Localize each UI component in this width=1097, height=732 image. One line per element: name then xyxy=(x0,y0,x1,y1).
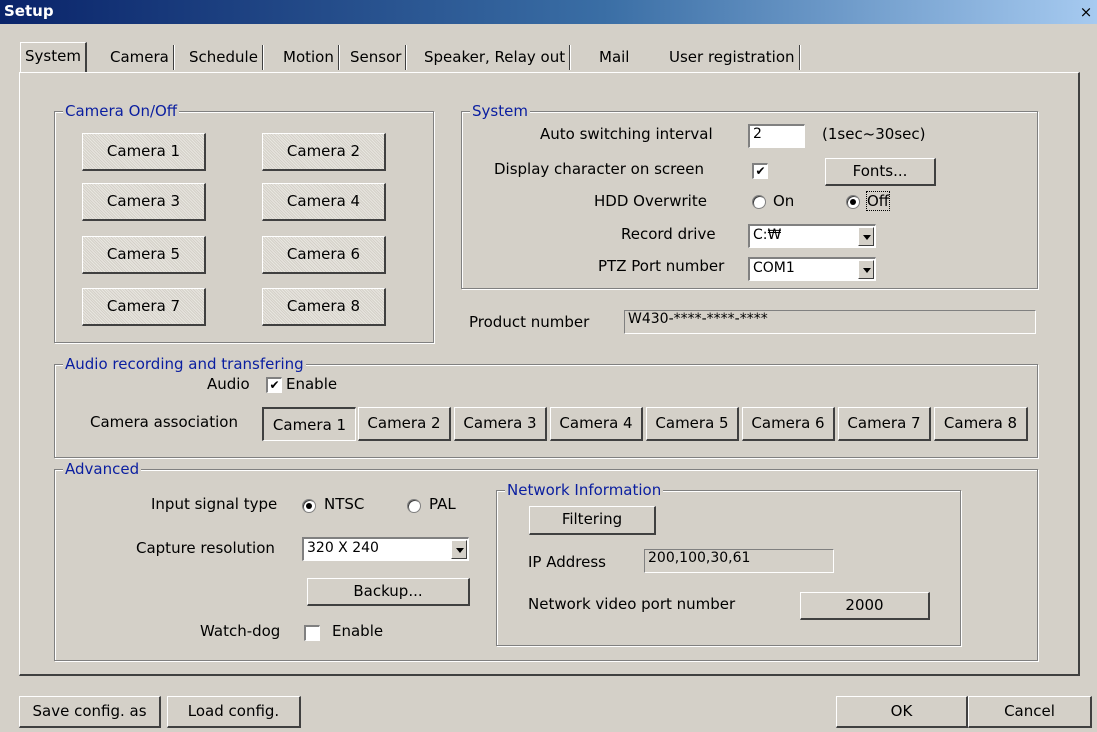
ntsc-label: NTSC xyxy=(324,495,365,513)
close-icon[interactable]: × xyxy=(1078,4,1094,20)
pal-label: PAL xyxy=(429,495,456,513)
display-character-checkbox[interactable]: ✔ xyxy=(752,163,768,179)
product-number-label: Product number xyxy=(469,313,590,331)
ptz-port-label: PTZ Port number xyxy=(598,257,725,275)
cancel-button[interactable]: Cancel xyxy=(968,696,1092,728)
watch-dog-checkbox[interactable] xyxy=(304,625,320,641)
advanced-group-title: Advanced xyxy=(63,459,142,479)
tab-user-registration[interactable]: User registration xyxy=(665,45,800,70)
camera-association-label: Camera association xyxy=(90,413,238,431)
camera-5-toggle[interactable]: Camera 5 xyxy=(82,236,206,274)
product-number-field: W430-****-****-**** xyxy=(624,310,1036,334)
record-drive-value: C:₩ xyxy=(753,227,782,243)
camera-onoff-title: Camera On/Off xyxy=(63,101,180,121)
camera-1-toggle[interactable]: Camera 1 xyxy=(82,133,206,171)
chevron-down-icon[interactable] xyxy=(858,227,874,246)
tab-schedule[interactable]: Schedule xyxy=(185,45,263,70)
capture-resolution-select[interactable]: 320 X 240 xyxy=(302,537,469,561)
fonts-button[interactable]: Fonts... xyxy=(825,158,936,186)
save-config-as-button[interactable]: Save config. as xyxy=(19,696,161,728)
setup-window: Setup × System Camera Schedule Motion Se… xyxy=(0,0,1097,732)
hdd-off-label: Off xyxy=(865,191,891,211)
tab-speaker-relay-out[interactable]: Speaker, Relay out xyxy=(420,45,571,70)
input-signal-label: Input signal type xyxy=(151,495,278,513)
hdd-on-radio[interactable] xyxy=(752,195,766,209)
association-camera-8[interactable]: Camera 8 xyxy=(934,407,1028,441)
ok-button[interactable]: OK xyxy=(836,696,968,728)
system-group-title: System xyxy=(470,101,530,121)
association-camera-2[interactable]: Camera 2 xyxy=(358,407,451,441)
tab-sensor[interactable]: Sensor xyxy=(346,45,407,70)
chevron-down-icon[interactable] xyxy=(858,260,874,279)
title-bar: Setup xyxy=(0,0,1097,24)
watch-dog-enable-label: Enable xyxy=(332,622,384,640)
tab-motion[interactable]: Motion xyxy=(279,45,339,70)
camera-3-toggle[interactable]: Camera 3 xyxy=(82,183,206,221)
audio-enable-checkbox[interactable]: ✔ xyxy=(266,377,282,393)
hdd-on-label: On xyxy=(773,192,795,210)
hdd-off-radio[interactable] xyxy=(846,195,860,209)
camera-8-toggle[interactable]: Camera 8 xyxy=(262,288,386,326)
load-config-button[interactable]: Load config. xyxy=(167,696,301,728)
ip-address-field: 200,100,30,61 xyxy=(644,549,834,573)
watch-dog-label: Watch-dog xyxy=(200,622,281,640)
ntsc-radio[interactable] xyxy=(302,499,316,513)
hdd-overwrite-label: HDD Overwrite xyxy=(594,192,707,210)
camera-4-toggle[interactable]: Camera 4 xyxy=(262,183,386,221)
ip-address-label: IP Address xyxy=(528,553,606,571)
filtering-button[interactable]: Filtering xyxy=(529,506,656,535)
auto-switching-range: (1sec~30sec) xyxy=(822,125,926,143)
association-camera-6[interactable]: Camera 6 xyxy=(742,407,835,441)
record-drive-select[interactable]: C:₩ xyxy=(748,224,876,248)
camera-2-toggle[interactable]: Camera 2 xyxy=(262,133,386,171)
camera-7-toggle[interactable]: Camera 7 xyxy=(82,288,206,326)
audio-enable-label: Enable xyxy=(286,375,338,393)
tab-camera[interactable]: Camera xyxy=(106,45,174,70)
capture-resolution-value: 320 X 240 xyxy=(307,540,379,556)
network-video-port-label: Network video port number xyxy=(528,595,736,613)
ptz-port-select[interactable]: COM1 xyxy=(748,257,876,281)
audio-group-title: Audio recording and transfering xyxy=(63,354,306,374)
network-video-port-field[interactable]: 2000 xyxy=(800,592,930,620)
association-camera-1[interactable]: Camera 1 xyxy=(262,407,356,441)
auto-switching-label: Auto switching interval xyxy=(540,125,713,143)
camera-6-toggle[interactable]: Camera 6 xyxy=(262,236,386,274)
tab-system[interactable]: System xyxy=(20,42,87,72)
record-drive-label: Record drive xyxy=(621,225,716,243)
capture-resolution-label: Capture resolution xyxy=(136,539,275,557)
network-info-title: Network Information xyxy=(505,480,664,500)
association-camera-5[interactable]: Camera 5 xyxy=(646,407,739,441)
chevron-down-icon[interactable] xyxy=(451,540,467,559)
pal-radio[interactable] xyxy=(407,499,421,513)
association-camera-7[interactable]: Camera 7 xyxy=(838,407,931,441)
tab-mail[interactable]: Mail xyxy=(595,45,633,70)
window-title: Setup xyxy=(4,2,54,20)
backup-button[interactable]: Backup... xyxy=(307,578,470,606)
display-character-label: Display character on screen xyxy=(494,160,704,178)
association-camera-3[interactable]: Camera 3 xyxy=(454,407,547,441)
auto-switching-input[interactable]: 2 xyxy=(748,124,805,148)
ptz-port-value: COM1 xyxy=(753,260,795,276)
audio-label: Audio xyxy=(207,375,250,393)
association-camera-4[interactable]: Camera 4 xyxy=(550,407,643,441)
